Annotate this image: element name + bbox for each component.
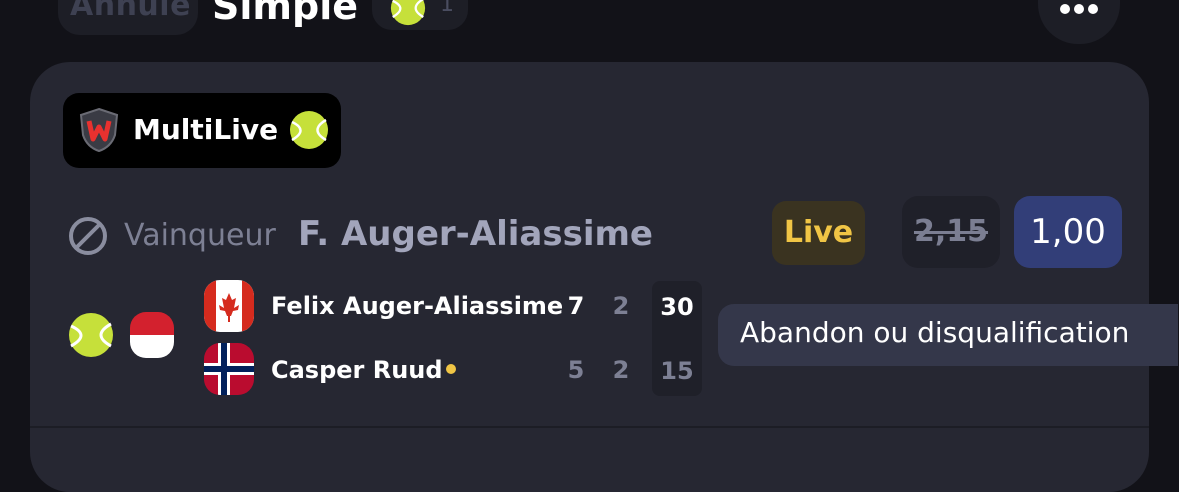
selection-count-chip: 1: [372, 0, 468, 30]
selection-count: 1: [440, 0, 454, 17]
bet-status-label: Annulé: [70, 0, 191, 23]
game-points: 15: [660, 357, 694, 385]
live-badge: Live: [772, 201, 865, 265]
old-odds: 2,15: [902, 196, 1000, 268]
market-label: Vainqueur: [124, 218, 276, 253]
badge-label: MultiLive: [133, 113, 279, 146]
current-odds-button[interactable]: 1,00: [1014, 196, 1122, 268]
tennis-ball-icon: [290, 111, 328, 149]
serving-indicator: [446, 364, 456, 374]
cancellation-reason: Abandon ou disqualification: [740, 316, 1130, 349]
norway-flag-icon: [204, 343, 254, 395]
more-icon: [1060, 4, 1070, 14]
bet-type-title: Simple: [212, 0, 358, 28]
market-row: Vainqueur F. Auger-Aliassime: [68, 212, 668, 262]
more-icon-dot: [1074, 4, 1084, 14]
tennis-ball-icon: [390, 0, 426, 26]
monaco-flag-icon: [130, 312, 174, 358]
more-icon-dot: [1088, 4, 1098, 14]
ban-icon: [69, 217, 107, 255]
bet-card: MultiLive Vainqueur F. Auger-Aliassime L…: [30, 62, 1178, 492]
player-name: Felix Auger-Aliassime: [271, 292, 564, 320]
set-score: 5: [567, 356, 585, 384]
set-score: 2: [612, 292, 630, 320]
cancellation-reason-toast: Abandon ou disqualification: [718, 304, 1178, 366]
tennis-ball-icon: [69, 313, 113, 357]
game-points: 30: [660, 293, 694, 321]
divider: [30, 426, 1149, 428]
current-game-points: 30 15: [652, 281, 702, 396]
set-score: 7: [567, 292, 585, 320]
set-score: 2: [612, 356, 630, 384]
more-options-button[interactable]: [1038, 0, 1120, 44]
top-bar: Annulé Simple 1: [0, 0, 1179, 60]
multilive-badge: MultiLive: [63, 93, 341, 168]
player-name: Casper Ruud: [271, 356, 443, 384]
shield-logo-icon: [79, 107, 119, 153]
selection-name: F. Auger-Aliassime: [298, 214, 653, 254]
canada-flag-icon: [204, 280, 254, 332]
